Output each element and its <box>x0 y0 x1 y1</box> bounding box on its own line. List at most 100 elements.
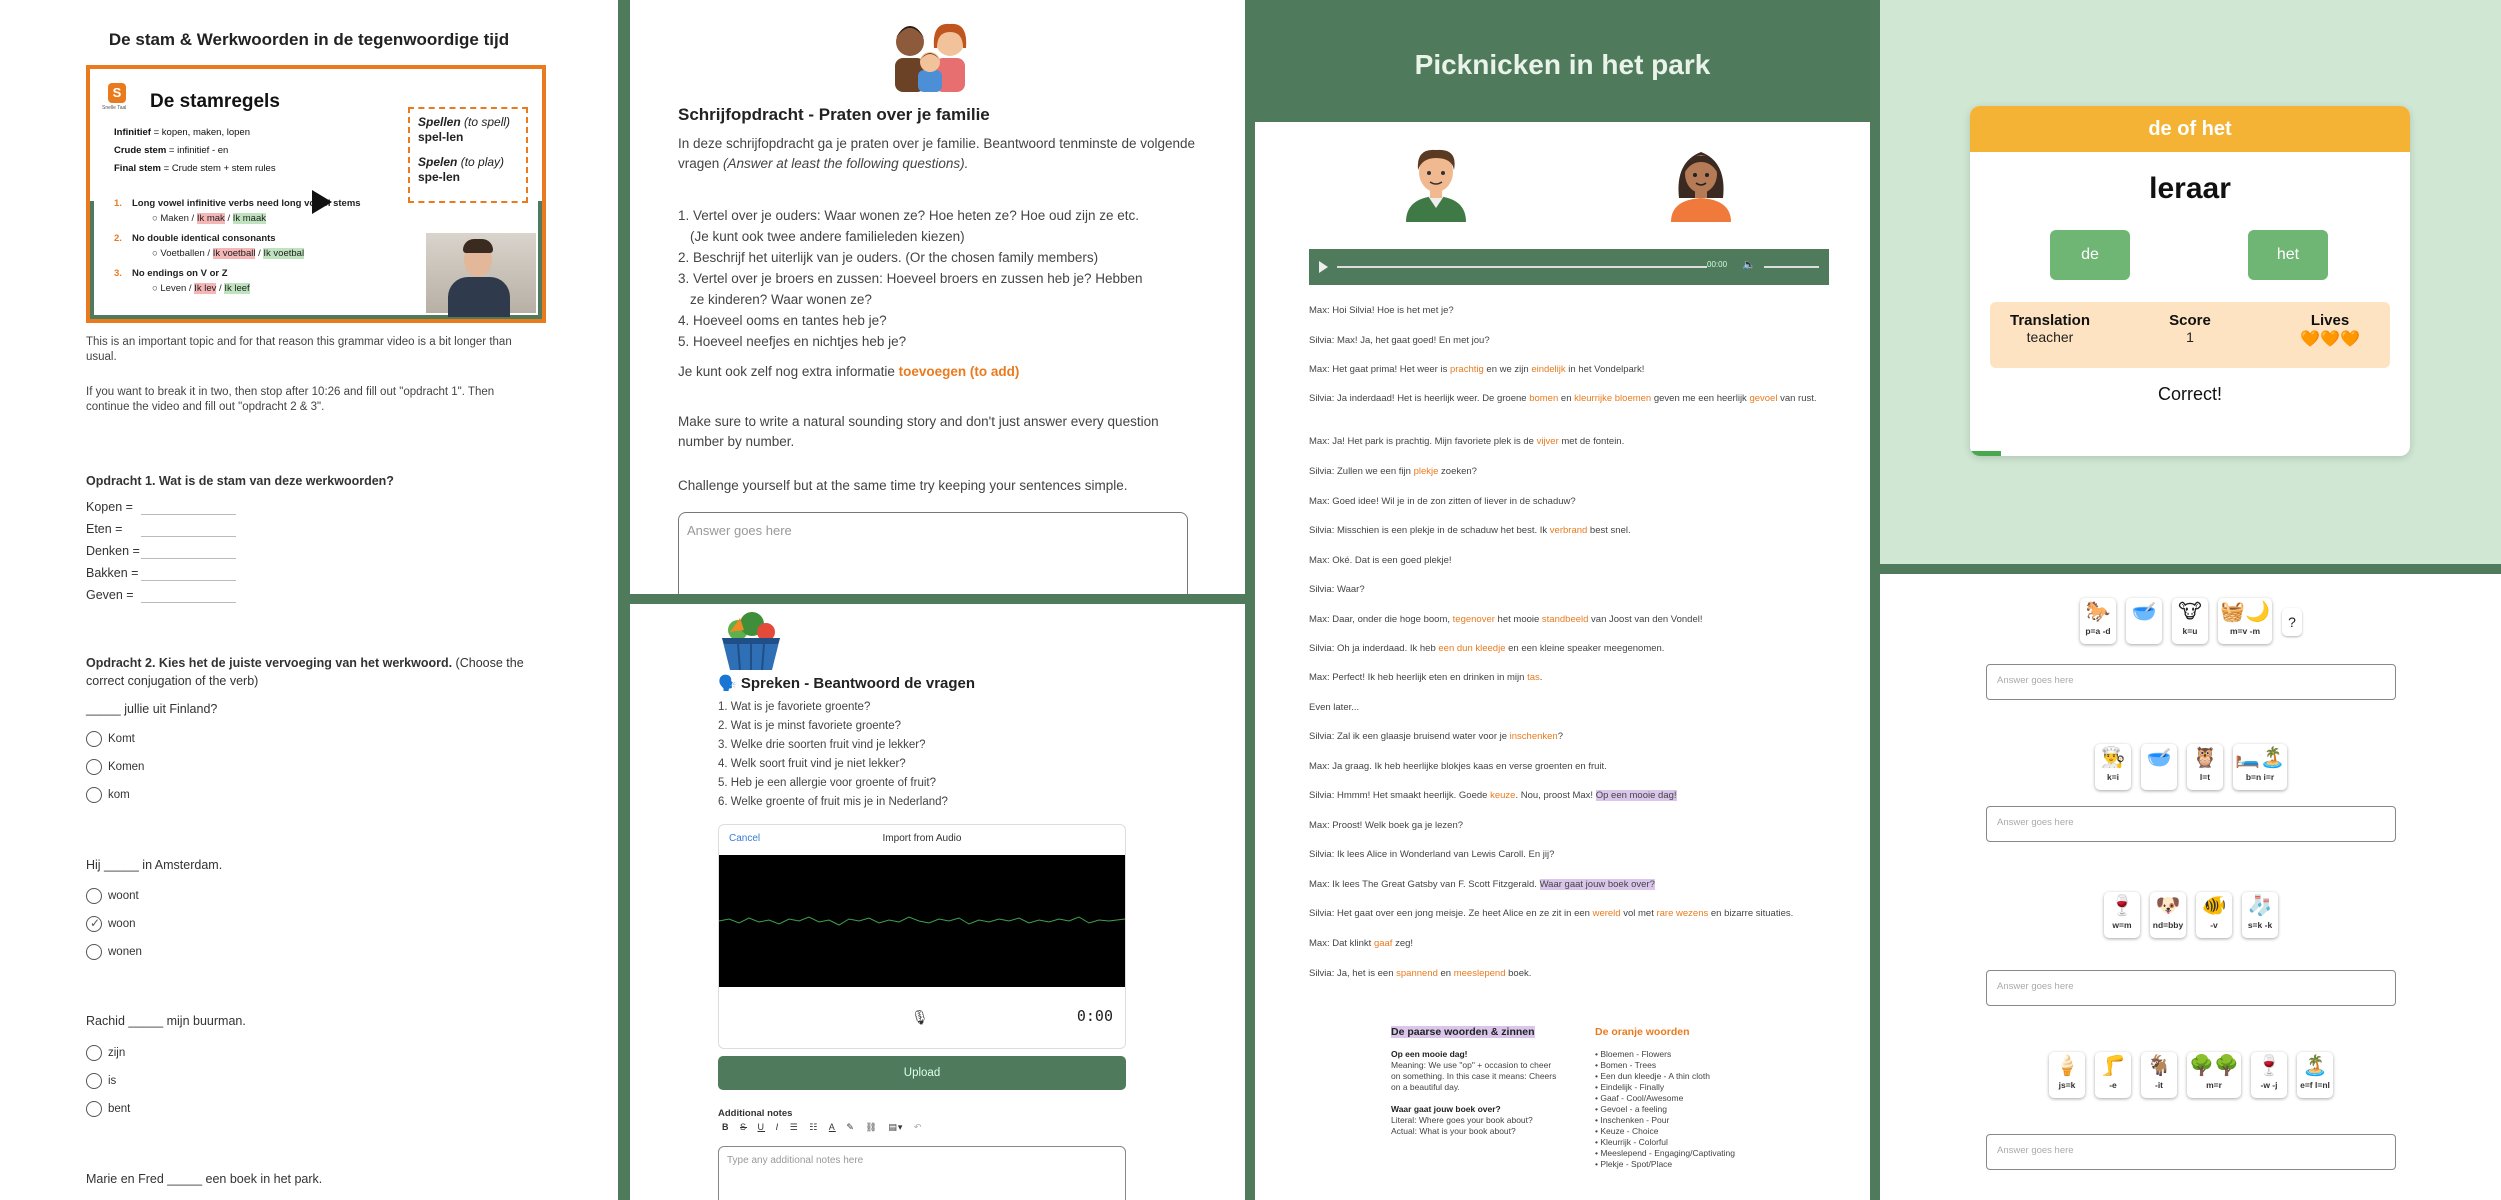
vocab-word: verbrand <box>1549 525 1588 536</box>
writing-extra: Je kunt ook zelf nog extra informatie to… <box>678 364 1020 379</box>
stem-input[interactable] <box>141 536 236 537</box>
undo-icon[interactable]: ↶ <box>914 1122 923 1133</box>
rebus-tile: 🌳🌳 m=r <box>2187 1052 2241 1098</box>
vocab-word: rare wezens <box>1656 908 1709 919</box>
numbered-list-icon[interactable]: ☷ <box>809 1122 818 1133</box>
stem-input[interactable] <box>141 602 236 603</box>
silvia-avatar-icon <box>1671 152 1731 222</box>
rebus-picture-icon: 🐐 <box>2146 1055 2172 1077</box>
rebus-answer-input[interactable]: Answer goes here <box>1986 970 2396 1006</box>
de-button[interactable]: de <box>2050 230 2130 280</box>
link-icon[interactable]: ⛓ <box>865 1122 877 1133</box>
upload-button[interactable]: Upload <box>718 1056 1126 1090</box>
vocab-word: plekje <box>1413 466 1439 477</box>
play-icon[interactable] <box>1319 261 1328 273</box>
vocab-word: keuze <box>1490 790 1516 801</box>
rebus-picture-icon: ? <box>2288 614 2296 630</box>
rebus-tile: 🛏️🏝️ b=n i=r <box>2233 744 2287 790</box>
stem-input[interactable] <box>141 580 236 581</box>
play-icon[interactable] <box>312 190 332 214</box>
vocab-word: standbeeld <box>1541 614 1589 625</box>
vegetable-basket-icon <box>722 612 780 671</box>
dialogue-line: Max: Oké. Dat is een goed plekje! <box>1309 555 1452 566</box>
feedback-text: Correct! <box>2157 384 2222 404</box>
text-color-icon[interactable]: A <box>829 1122 836 1132</box>
rebus-caption: m=v -m <box>2230 626 2260 636</box>
rebus-caption: -w -j <box>2260 1080 2278 1090</box>
question-sentence: Marie en Fred _____ een boek in het park… <box>86 1172 323 1186</box>
rebus-tile: 👨‍🍳 k=i <box>2095 744 2131 790</box>
phrase-highlight: Op een mooie dag! <box>1595 790 1677 801</box>
grammar-video[interactable]: S Snelle Taal De stamregels Infinitief =… <box>86 65 546 323</box>
vocab-word: een dun kleedje <box>1438 643 1506 654</box>
writing-intro: In deze schrijfopdracht ga je praten ove… <box>678 136 1196 171</box>
audio-seek-bar[interactable] <box>1337 266 1707 268</box>
italic-icon[interactable]: I <box>776 1122 780 1132</box>
stem-input[interactable] <box>141 514 236 515</box>
dialogue-line: Max: Proost! Welk boek ga je lezen? <box>1309 820 1464 831</box>
heart-icon: 🧡🧡🧡 <box>2300 331 2360 348</box>
dialogue-line: Max: Het gaat prima! Het weer is prachti… <box>1309 364 1645 375</box>
vocab-word: prachtig <box>1449 364 1484 375</box>
notes-input[interactable]: Type any additional notes here <box>718 1146 1126 1200</box>
vocab-list-item: • Een dun kleedje - A thin cloth <box>1595 1071 1710 1081</box>
rebus-picture-icon: 🏝️ <box>2302 1055 2328 1077</box>
quiz-word: leraar <box>2149 172 2231 205</box>
question-2-title: Opdracht 2. Kies het de juiste vervoegin… <box>86 656 524 688</box>
rebus-tile: 🦉 l=t <box>2187 744 2223 790</box>
underline-icon[interactable]: U <box>758 1122 766 1132</box>
page-title: De stam & Werkwoorden in de tegenwoordig… <box>108 30 510 49</box>
stats-box: Translation teacher Score 1 Lives 🧡🧡🧡 <box>1990 302 2390 368</box>
dialogue-line: Max: Dat klinkt gaaf zeg! <box>1309 938 1414 949</box>
vocab-word: bomen <box>1529 393 1559 404</box>
vocab-list-item: • Gevoel - a feeling <box>1595 1104 1667 1114</box>
rebus-answer-input[interactable]: Answer goes here <box>1986 1134 2396 1170</box>
writing-answer-input[interactable]: Answer goes here <box>678 512 1188 594</box>
vocab-list-item: • Bloemen - Flowers <box>1595 1049 1672 1059</box>
rebus-caption: k=u <box>2182 626 2198 636</box>
vocab-word: spannend <box>1396 968 1438 979</box>
rebus-answer-input[interactable]: Answer goes here <box>1986 664 2396 700</box>
strikethrough-icon[interactable]: S <box>740 1122 747 1132</box>
logo-text: Snelle Taal <box>102 105 127 111</box>
stem-input[interactable] <box>141 558 236 559</box>
dialogue-line: Max: Perfect! Ik heb heerlijk eten en dr… <box>1309 672 1543 683</box>
rebus-answer-input[interactable]: Answer goes here <box>1986 806 2396 842</box>
highlight-icon[interactable]: ✎ <box>846 1122 855 1133</box>
translation-value: teacher <box>2026 329 2074 345</box>
bullet-list-icon[interactable]: ☰ <box>790 1122 799 1133</box>
dialogue-line: Max: Ik lees The Great Gatsby van F. Sco… <box>1309 879 1655 890</box>
volume-icon[interactable]: 🔈 <box>1742 258 1756 271</box>
dialogue-line: Silvia: Waar? <box>1309 584 1365 595</box>
video-line: Crude stem = infinitief - en <box>114 145 229 156</box>
rebus-caption: nd=bby <box>2152 920 2184 930</box>
lives-label: Lives <box>2310 312 2350 329</box>
het-button[interactable]: het <box>2248 230 2328 280</box>
vocab-word: wereld <box>1592 908 1621 919</box>
speaking-panel: 🗣️ Spreken - Beantwoord de vragen 1. Wat… <box>630 604 1245 1200</box>
bold-icon[interactable]: B <box>722 1122 730 1132</box>
dialogue-line: Silvia: Ja, het is een spannend en meesl… <box>1309 968 1532 979</box>
max-avatar-icon <box>1406 149 1466 222</box>
stem-rule-1: 1. Long vowel infinitive verbs need long… <box>114 198 361 224</box>
question-sentence: Rachid _____ mijn buurman. <box>86 1014 246 1028</box>
align-icon[interactable]: ▤▾ <box>888 1122 903 1133</box>
purple-words-list: Op een mooie dag! Meaning: We use "op" +… <box>1391 1049 1557 1136</box>
dialogue-line: Even later... <box>1309 702 1360 713</box>
dialogue-line: Silvia: Ik lees Alice in Wonderland van … <box>1309 849 1555 860</box>
microphone-icon[interactable]: 🎙 <box>911 1009 929 1026</box>
vocab-word: meeslepend <box>1453 968 1506 979</box>
dialogue-line: Silvia: Ja inderdaad! Het is heerlijk we… <box>1309 393 1817 404</box>
score-label: Score <box>2169 312 2211 329</box>
rebus-caption: l=t <box>2199 772 2211 782</box>
vocab-word: inschenken <box>1509 731 1558 742</box>
vocab-list-item: • Plekje - Spot/Place <box>1595 1159 1673 1169</box>
rebus-picture-icon: 🧦 <box>2247 895 2273 917</box>
question-tile: ? <box>2282 608 2302 636</box>
rebus-picture-icon: 🐶 <box>2155 895 2181 917</box>
volume-slider[interactable] <box>1764 266 1819 268</box>
dialogue-title: Picknicken in het park <box>1255 0 1870 122</box>
vocab-list-item: • Meeslepend - Engaging/Captivating <box>1595 1148 1736 1158</box>
logo-icon: S <box>108 83 126 103</box>
audio-player[interactable]: 00:00 🔈 <box>1309 249 1829 285</box>
